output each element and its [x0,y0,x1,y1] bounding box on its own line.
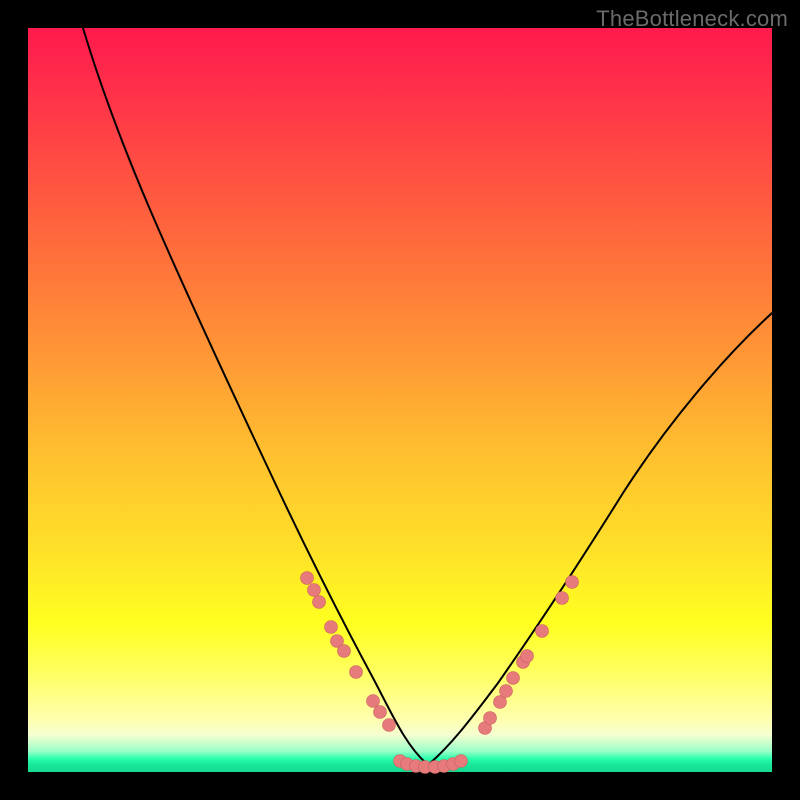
data-dot [367,695,380,708]
data-dot [536,625,549,638]
dots-left-group [301,572,396,732]
data-dot [484,712,497,725]
data-dot [566,576,579,589]
data-dot [507,672,520,685]
data-dot [350,666,363,679]
data-dot [556,592,569,605]
data-dot [308,584,321,597]
bottleneck-curve [83,28,772,765]
data-dot [521,650,534,663]
data-dot [325,621,338,634]
data-dot [313,596,326,609]
data-dot [383,719,396,732]
data-dot [500,685,513,698]
data-dot [455,755,468,768]
chart-plot-area [28,28,772,772]
dots-right-group [479,576,579,735]
data-dot [301,572,314,585]
dots-bottom-group [394,755,468,774]
watermark-text: TheBottleneck.com [596,6,788,32]
data-dot [374,706,387,719]
data-dot [338,645,351,658]
bottleneck-curve-svg [28,28,772,772]
